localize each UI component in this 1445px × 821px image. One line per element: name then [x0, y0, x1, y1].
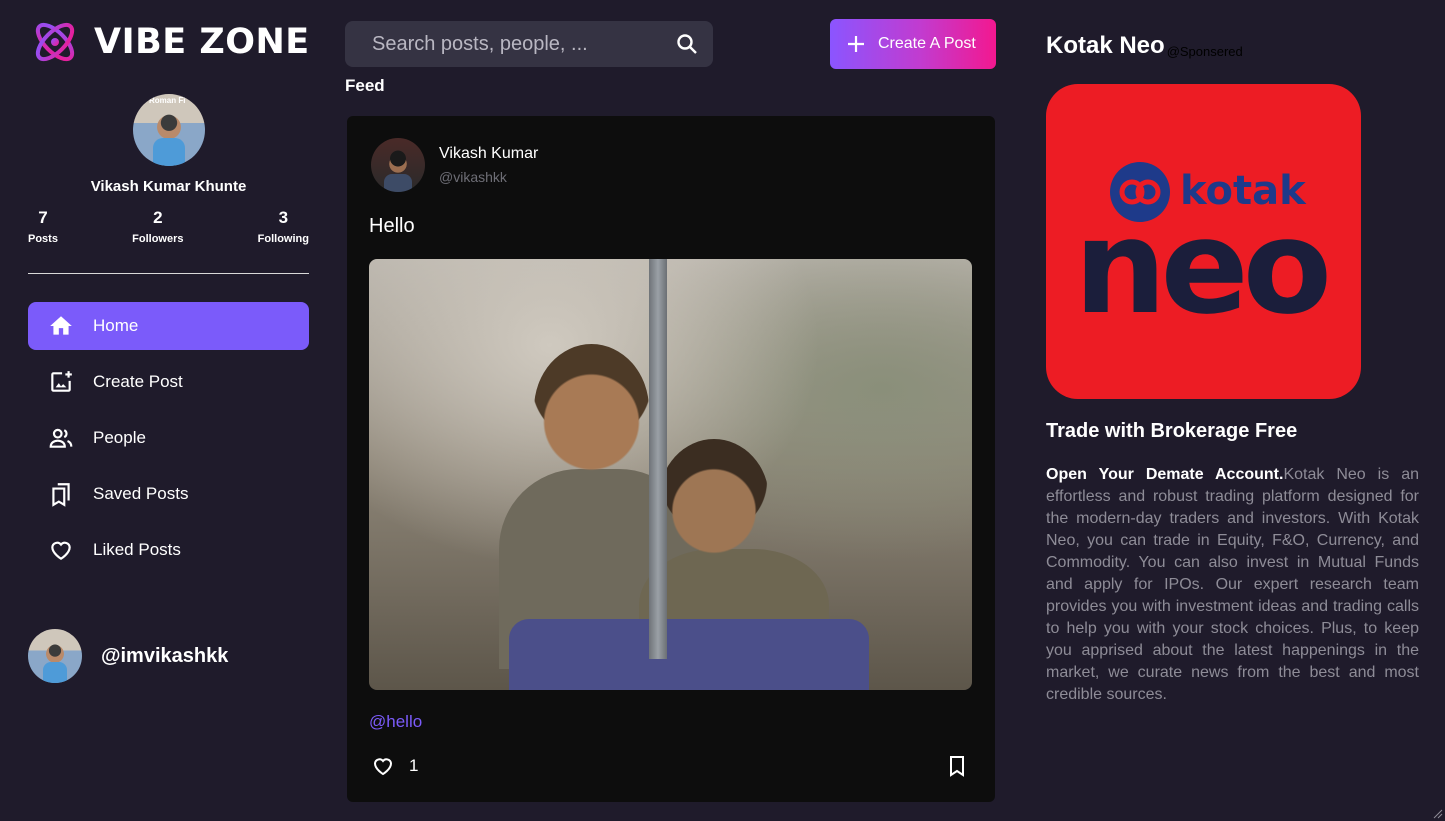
- ad-title: Kotak Neo: [1046, 32, 1165, 59]
- post-text: Hello: [369, 215, 415, 237]
- avatar: [371, 138, 425, 192]
- resize-grip-icon[interactable]: [1431, 807, 1443, 819]
- brand-logo[interactable]: VIBE ZONE: [30, 17, 310, 67]
- atom-logo-icon: [35, 22, 75, 62]
- post-handle: @vikashkk: [439, 169, 507, 185]
- stat-value: 7: [38, 208, 48, 227]
- stat-label: Following: [257, 233, 309, 245]
- post-image[interactable]: [369, 259, 972, 690]
- avatar-tag: Roman Fi: [149, 96, 186, 105]
- profile-name: Vikash Kumar Khunte: [90, 178, 247, 195]
- feed-title: Feed: [345, 76, 385, 95]
- avatar: [28, 629, 82, 683]
- plus-icon: [848, 36, 864, 52]
- profile-avatar[interactable]: Roman Fi: [133, 94, 205, 166]
- stat-following[interactable]: 3 Following: [258, 208, 309, 245]
- logo-neo-word: neo: [1074, 191, 1332, 343]
- sidebar-item-label: Home: [93, 316, 139, 335]
- ad-lead: Open Your Demate Account.: [1046, 466, 1284, 483]
- profile-stats: 7 Posts 2 Followers 3 Following: [28, 208, 309, 245]
- heart-icon: [51, 541, 71, 560]
- brand-name: VIBE ZONE: [94, 22, 310, 62]
- sidebar-nav: Home Create Post People Saved Posts Like…: [28, 302, 309, 582]
- search-input[interactable]: [372, 32, 675, 56]
- stat-posts[interactable]: 7 Posts: [28, 208, 58, 245]
- stat-value: 2: [153, 208, 163, 227]
- stat-followers[interactable]: 2 Followers: [132, 208, 183, 245]
- current-user[interactable]: @imvikashkk: [28, 629, 228, 683]
- sidebar-item-label: Saved Posts: [93, 484, 189, 503]
- search-icon[interactable]: [675, 32, 699, 56]
- bookmarks-icon: [52, 483, 70, 507]
- sidebar-item-create-post[interactable]: Create Post: [28, 358, 309, 406]
- current-user-handle: @imvikashkk: [101, 644, 229, 667]
- sidebar-item-label: People: [93, 428, 146, 447]
- people-icon: [49, 428, 73, 448]
- create-post-button[interactable]: Create A Post: [830, 19, 996, 69]
- bookmark-icon[interactable]: [945, 754, 969, 778]
- add-photo-icon: [51, 371, 72, 392]
- post-author: Vikash Kumar: [439, 145, 539, 162]
- ad-header: Kotak Neo @Sponsered: [1046, 32, 1243, 60]
- sidebar: VIBE ZONE Roman Fi Vikash Kumar Khunte 7…: [0, 0, 337, 821]
- like-count: 1: [409, 756, 419, 775]
- sidebar-item-saved-posts[interactable]: Saved Posts: [28, 470, 309, 518]
- sidebar-item-people[interactable]: People: [28, 414, 309, 462]
- sidebar-item-label: Create Post: [93, 372, 183, 391]
- sidebar-item-home[interactable]: Home: [28, 302, 309, 350]
- home-icon: [50, 316, 72, 335]
- ad-headline: Trade with Brokerage Free: [1046, 420, 1298, 442]
- sidebar-item-liked-posts[interactable]: Liked Posts: [28, 526, 309, 574]
- stat-label: Posts: [28, 233, 58, 245]
- sidebar-item-label: Liked Posts: [93, 540, 181, 559]
- like-control: 1: [371, 754, 418, 778]
- ad-logo[interactable]: kotak neo: [1046, 84, 1361, 399]
- post-hashtag[interactable]: @hello: [369, 712, 422, 732]
- stat-value: 3: [278, 208, 289, 227]
- ad-body: Open Your Demate Account.Kotak Neo is an…: [1046, 464, 1419, 706]
- post-header[interactable]: Vikash Kumar @vikashkk: [371, 138, 538, 192]
- heart-icon[interactable]: [371, 754, 395, 778]
- ad-description: Kotak Neo is an effortless and robust tr…: [1046, 466, 1419, 703]
- sponsored-label: @Sponsered: [1166, 44, 1243, 59]
- create-post-label: Create A Post: [878, 35, 976, 52]
- stat-label: Followers: [132, 233, 184, 245]
- post-actions: 1: [371, 754, 969, 778]
- post-card: Vikash Kumar @vikashkk Hello @hello 1: [347, 116, 995, 802]
- search-bar: [345, 21, 713, 67]
- sidebar-divider: [28, 273, 309, 274]
